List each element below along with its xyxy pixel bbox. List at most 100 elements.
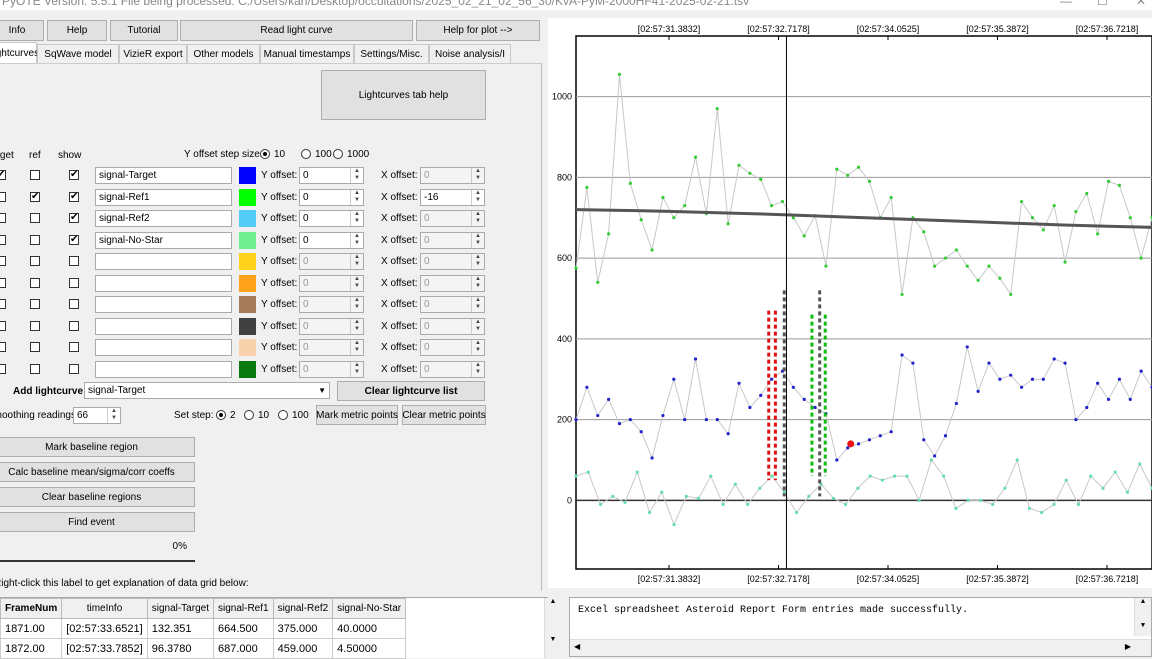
tab-4[interactable]: Manual timestamps [260, 44, 354, 64]
lightcurves-tab-help-button[interactable]: Lightcurves tab help [321, 70, 486, 120]
spin-arrows-icon[interactable]: ▲ ▼ [471, 297, 484, 312]
x-offset-input[interactable]: 0 ▲ ▼ [420, 274, 485, 292]
ref-checkbox[interactable]: ✔ [30, 191, 40, 202]
table-cell[interactable]: [02:57:33.6521] [61, 618, 148, 639]
spin-arrows-icon[interactable]: ▲ ▼ [350, 297, 363, 312]
mark-baseline-region-button[interactable]: Mark baseline region [0, 437, 195, 457]
x-offset-input[interactable]: 0 ▲ ▼ [420, 296, 485, 313]
x-offset-input[interactable]: 0 ▲ ▼ [420, 339, 485, 356]
tab-2[interactable]: VizieR export [119, 44, 187, 64]
target-checkbox[interactable] [0, 256, 6, 266]
lightcurve-name-field[interactable]: signal-No-Star [95, 231, 232, 249]
ref-checkbox[interactable] [30, 320, 40, 331]
table-cell[interactable]: 459.000 [272, 638, 334, 659]
spin-arrows-icon[interactable]: ▲ ▼ [350, 168, 363, 183]
ref-checkbox[interactable] [30, 234, 40, 245]
color-swatch[interactable] [239, 188, 256, 206]
plot-canvas[interactable]: 0 200 400 600 800 1000 [02:57:31.3832] [02:57:3… [548, 18, 1152, 588]
scroll-down-icon[interactable]: ▼ [1135, 622, 1151, 630]
color-swatch[interactable] [239, 231, 256, 249]
help-button[interactable]: Help [47, 20, 107, 41]
tab-5[interactable]: Settings/Misc. [354, 44, 429, 64]
table-cell[interactable]: 40.0000 [332, 618, 407, 639]
spin-arrows-icon[interactable]: ▲ ▼ [350, 254, 363, 269]
spin-arrows-icon[interactable]: ▲ ▼ [471, 340, 484, 355]
spin-arrows-icon[interactable]: ▲ ▼ [350, 232, 363, 248]
tutorial-button[interactable]: Tutorial [110, 20, 178, 41]
column-header[interactable]: signal-Target [146, 598, 214, 619]
lightcurve-name-field[interactable] [95, 296, 232, 313]
target-checkbox[interactable]: ✔ [0, 170, 6, 180]
lightcurve-name-field[interactable] [95, 317, 232, 335]
ref-checkbox[interactable] [30, 213, 40, 223]
grid-scrollbar[interactable]: ▲ ▼ [544, 598, 561, 658]
column-header[interactable]: signal-Ref1 [212, 598, 274, 619]
x-offset-input[interactable]: -16 ▲ ▼ [420, 188, 485, 206]
lightcurve-name-field[interactable]: signal-Ref1 [95, 188, 232, 206]
spin-arrows-icon[interactable]: ▲ ▼ [350, 211, 363, 226]
y-offset-input[interactable]: 0 ▲ ▼ [299, 339, 364, 356]
table-row[interactable]: 1872.00 [02:57:33.7852] 96.3780 687.000 459.… [0, 638, 407, 659]
y-offset-input[interactable]: 0 ▲ ▼ [299, 360, 364, 378]
log-panel[interactable]: Excel spreadsheet Asteroid Report Form e… [569, 597, 1152, 657]
ref-checkbox[interactable] [30, 170, 40, 180]
spin-arrows-icon[interactable]: ▲ ▼ [471, 232, 484, 248]
scroll-up-icon[interactable]: ▲ [1135, 598, 1151, 606]
tab-6[interactable]: Noise analysis/I [429, 44, 511, 64]
scroll-left-icon[interactable]: ◀ [574, 642, 580, 652]
table-cell[interactable]: 4.50000 [332, 638, 407, 659]
ref-checkbox[interactable] [30, 342, 40, 352]
lightcurve-name-field[interactable] [95, 253, 232, 270]
y-offset-input[interactable]: 0 ▲ ▼ [299, 231, 364, 249]
scroll-right-icon[interactable]: ▶ [1125, 642, 1131, 652]
spin-arrows-icon[interactable]: ▲ ▼ [350, 275, 363, 291]
read-light-curve-button[interactable]: Read light curve [180, 20, 413, 41]
table-cell[interactable]: 96.3780 [146, 638, 214, 659]
table-row[interactable]: 1871.00 [02:57:33.6521] 132.351 664.500 375.… [0, 618, 407, 639]
spin-arrows-icon[interactable]: ▲ ▼ [471, 168, 484, 183]
show-checkbox[interactable] [69, 363, 79, 374]
lightcurve-name-field[interactable] [95, 360, 232, 378]
y-offset-input[interactable]: 0 ▲ ▼ [299, 188, 364, 206]
find-event-button[interactable]: Find event [0, 512, 195, 532]
show-checkbox[interactable] [69, 299, 79, 309]
target-checkbox[interactable] [0, 363, 6, 374]
y-offset-input[interactable]: 0 ▲ ▼ [299, 167, 364, 184]
data-table[interactable]: FrameNum timeInfo signal-Target signal-Ref1… [0, 598, 407, 659]
show-checkbox[interactable] [69, 277, 79, 288]
color-swatch[interactable] [239, 339, 256, 356]
add-lightcurve-select[interactable]: signal-Target ▼ [84, 382, 330, 399]
maximize-icon[interactable]: ☐ [1097, 0, 1108, 8]
grid-hint-label[interactable]: Right-click this label to get explanatio… [0, 578, 249, 589]
data-grid[interactable]: FrameNum timeInfo signal-Target signal-Ref1… [0, 597, 561, 659]
table-cell[interactable]: 1871.00 [0, 618, 63, 639]
color-swatch[interactable] [239, 360, 256, 378]
info-button[interactable]: Info [0, 20, 44, 41]
spin-arrows-icon[interactable]: ▲ ▼ [350, 189, 363, 205]
lightcurve-name-field[interactable]: signal-Ref2 [95, 210, 232, 227]
target-checkbox[interactable] [0, 191, 6, 202]
table-cell[interactable]: 664.500 [212, 618, 274, 639]
ref-checkbox[interactable] [30, 277, 40, 288]
column-header[interactable]: FrameNum [0, 598, 63, 619]
y-offset-input[interactable]: 0 ▲ ▼ [299, 317, 364, 335]
set-step-radio-100[interactable] [278, 410, 288, 420]
help-for-plot-button[interactable]: Help for plot --> [416, 20, 540, 41]
spin-arrows-icon[interactable]: ▲ ▼ [471, 211, 484, 226]
x-offset-input[interactable]: 0 ▲ ▼ [420, 210, 485, 227]
show-checkbox[interactable]: ✔ [69, 213, 79, 223]
close-icon[interactable]: ✕ [1136, 0, 1146, 8]
lightcurve-name-field[interactable] [95, 274, 232, 292]
x-offset-input[interactable]: 0 ▲ ▼ [420, 253, 485, 270]
spin-arrows-icon[interactable]: ▲ ▼ [350, 361, 363, 377]
y-step-radio-10[interactable] [260, 149, 270, 159]
column-header[interactable]: signal-Ref2 [272, 598, 334, 619]
smoothing-input[interactable]: 66 ▲ ▼ [73, 407, 121, 424]
x-offset-input[interactable]: 0 ▲ ▼ [420, 231, 485, 249]
tab-1[interactable]: SqWave model [37, 44, 119, 64]
set-step-radio-10[interactable] [244, 410, 254, 420]
tab-3[interactable]: Other models [187, 44, 260, 64]
lightcurve-name-field[interactable]: signal-Target [95, 167, 232, 184]
table-cell[interactable]: [02:57:33.7852] [61, 638, 148, 659]
log-hscrollbar[interactable]: ◀ ▶ [570, 639, 1151, 656]
